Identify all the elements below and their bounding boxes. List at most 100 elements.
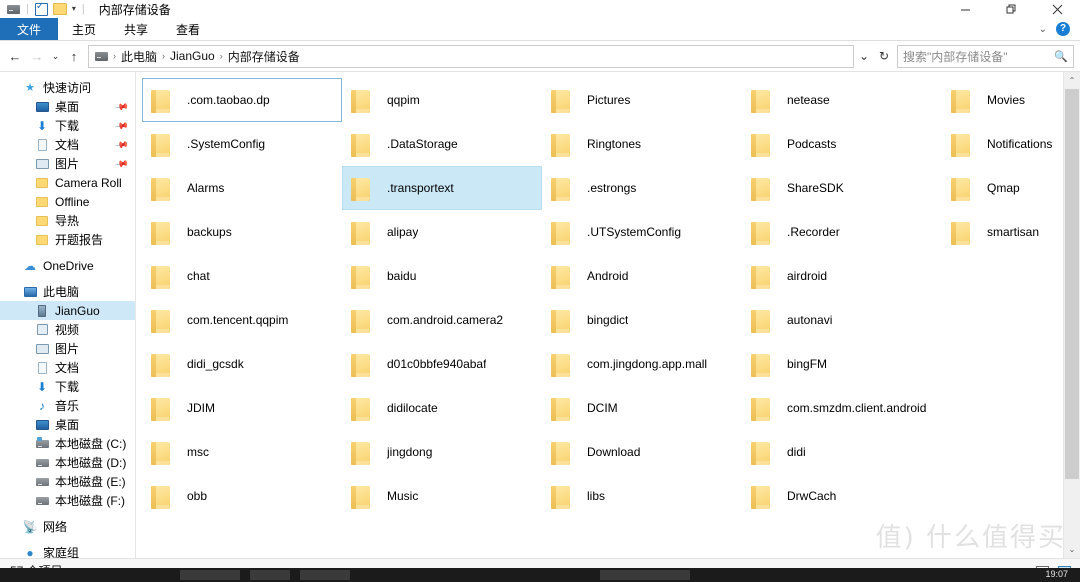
file-item[interactable]: Ringtones	[542, 122, 742, 166]
maximize-restore-button[interactable]	[988, 0, 1034, 18]
properties-icon[interactable]	[34, 1, 48, 16]
file-item[interactable]: obb	[142, 474, 342, 518]
tab-file[interactable]: 文件	[0, 18, 59, 40]
sidebar-item-desktop[interactable]: 桌面 📌	[0, 97, 135, 116]
taskbar-item[interactable]	[300, 570, 350, 580]
file-list-pane[interactable]: .com.taobao.dp .SystemConfig Alarms backups…	[136, 72, 1080, 558]
sidebar-item-drive-d[interactable]: 本地磁盘 (D:)	[0, 453, 135, 472]
breadcrumb-item-this-pc[interactable]: 此电脑	[118, 48, 160, 65]
scroll-up-button[interactable]: ⌃	[1064, 72, 1080, 89]
taskbar-item[interactable]	[250, 570, 290, 580]
customize-chevron-icon[interactable]: ▾	[72, 4, 76, 14]
file-item[interactable]: com.android.camera2	[342, 298, 542, 342]
taskbar-item[interactable]	[600, 570, 690, 580]
search-icon[interactable]: 🔍	[1054, 50, 1068, 63]
sidebar-item-pc-downloads[interactable]: ⬇ 下载	[0, 377, 135, 396]
file-item[interactable]: Podcasts	[742, 122, 942, 166]
file-item[interactable]: Pictures	[542, 78, 742, 122]
drive-icon[interactable]	[7, 4, 20, 14]
file-item[interactable]: com.tencent.qqpim	[142, 298, 342, 342]
sidebar-group-onedrive[interactable]: ☁ OneDrive	[0, 256, 135, 275]
sidebar-item-pc-pictures[interactable]: 图片	[0, 339, 135, 358]
file-item[interactable]: chat	[142, 254, 342, 298]
tab-home[interactable]: 主页	[58, 18, 110, 40]
file-item[interactable]: .DataStorage	[342, 122, 542, 166]
file-item[interactable]: .transportext	[342, 166, 542, 210]
file-item[interactable]: alipay	[342, 210, 542, 254]
file-item[interactable]: DrwCach	[742, 474, 942, 518]
file-item[interactable]: baidu	[342, 254, 542, 298]
taskbar-item[interactable]	[180, 570, 240, 580]
scroll-down-button[interactable]: ⌄	[1064, 541, 1080, 558]
file-item[interactable]: .estrongs	[542, 166, 742, 210]
file-item[interactable]: Download	[542, 430, 742, 474]
file-item[interactable]: .SystemConfig	[142, 122, 342, 166]
sidebar-item-music[interactable]: ♪ 音乐	[0, 396, 135, 415]
sidebar-item-offline[interactable]: Offline	[0, 192, 135, 211]
file-item[interactable]: Notifications	[942, 122, 1080, 166]
tab-share[interactable]: 共享	[110, 18, 162, 40]
forward-button[interactable]: →	[26, 45, 48, 67]
file-item[interactable]: didi_gcsdk	[142, 342, 342, 386]
file-item[interactable]: Movies	[942, 78, 1080, 122]
tab-view[interactable]: 查看	[162, 18, 214, 40]
file-item[interactable]: libs	[542, 474, 742, 518]
file-item[interactable]: backups	[142, 210, 342, 254]
new-folder-icon[interactable]	[52, 3, 67, 15]
sidebar-item-downloads[interactable]: ⬇ 下载 📌	[0, 116, 135, 135]
close-button[interactable]	[1034, 0, 1080, 18]
sidebar-item-videos[interactable]: 视频	[0, 320, 135, 339]
vertical-scrollbar[interactable]: ⌃ ⌄	[1063, 72, 1080, 558]
file-item[interactable]: .Recorder	[742, 210, 942, 254]
sidebar-item-pc-documents[interactable]: 文档	[0, 358, 135, 377]
scrollbar-track[interactable]	[1064, 89, 1080, 541]
file-item[interactable]: Music	[342, 474, 542, 518]
file-item[interactable]: didi	[742, 430, 942, 474]
sidebar-group-this-pc[interactable]: 此电脑	[0, 282, 135, 301]
sidebar-item-documents[interactable]: 文档 📌	[0, 135, 135, 154]
file-item[interactable]: qqpim	[342, 78, 542, 122]
sidebar-group-homegroup[interactable]: ● 家庭组	[0, 543, 135, 559]
expand-ribbon-chevron-icon[interactable]: ⌄	[1039, 24, 1047, 35]
sidebar-item-camera-roll[interactable]: Camera Roll	[0, 173, 135, 192]
file-item[interactable]: .UTSystemConfig	[542, 210, 742, 254]
file-item[interactable]: .com.taobao.dp	[142, 78, 342, 122]
sidebar-item-daore[interactable]: 导热	[0, 211, 135, 230]
sidebar-item-drive-e[interactable]: 本地磁盘 (E:)	[0, 472, 135, 491]
help-icon[interactable]: ?	[1056, 22, 1070, 36]
sidebar-item-pictures[interactable]: 图片 📌	[0, 154, 135, 173]
sidebar-item-kaitibaogao[interactable]: 开题报告	[0, 230, 135, 249]
sidebar-item-jianguo[interactable]: JianGuo	[0, 301, 135, 320]
file-item[interactable]: didilocate	[342, 386, 542, 430]
file-item[interactable]: DCIM	[542, 386, 742, 430]
file-item[interactable]: airdroid	[742, 254, 942, 298]
scrollbar-thumb[interactable]	[1065, 89, 1079, 479]
sidebar-item-pc-desktop[interactable]: 桌面	[0, 415, 135, 434]
breadcrumb-item-jianguo[interactable]: JianGuo	[167, 49, 218, 63]
breadcrumb[interactable]: › 此电脑 › JianGuo › 内部存储设备	[88, 44, 854, 68]
search-input[interactable]: 搜索"内部存储设备" 🔍	[897, 44, 1074, 68]
file-item[interactable]: bingdict	[542, 298, 742, 342]
file-item[interactable]: autonavi	[742, 298, 942, 342]
up-button[interactable]: ↑	[63, 45, 85, 67]
file-item[interactable]: msc	[142, 430, 342, 474]
refresh-icon[interactable]: ↻	[874, 46, 894, 67]
sidebar-group-network[interactable]: 📡 网络	[0, 517, 135, 536]
file-item[interactable]: JDIM	[142, 386, 342, 430]
file-item[interactable]: com.smzdm.client.android	[742, 386, 942, 430]
sidebar-group-quick-access[interactable]: ★ 快速访问	[0, 78, 135, 97]
file-item[interactable]: Qmap	[942, 166, 1080, 210]
file-item[interactable]: smartisan	[942, 210, 1080, 254]
minimize-button[interactable]	[942, 0, 988, 18]
file-item[interactable]: jingdong	[342, 430, 542, 474]
sidebar-item-drive-c[interactable]: 本地磁盘 (C:)	[0, 434, 135, 453]
recent-locations-button[interactable]: ⌄	[48, 45, 63, 67]
file-item[interactable]: Alarms	[142, 166, 342, 210]
file-item[interactable]: com.jingdong.app.mall	[542, 342, 742, 386]
address-dropdown-icon[interactable]: ⌄	[854, 46, 874, 67]
back-button[interactable]: ←	[4, 45, 26, 67]
file-item[interactable]: Android	[542, 254, 742, 298]
sidebar-item-drive-f[interactable]: 本地磁盘 (F:)	[0, 491, 135, 510]
file-item[interactable]: bingFM	[742, 342, 942, 386]
file-item[interactable]: ShareSDK	[742, 166, 942, 210]
